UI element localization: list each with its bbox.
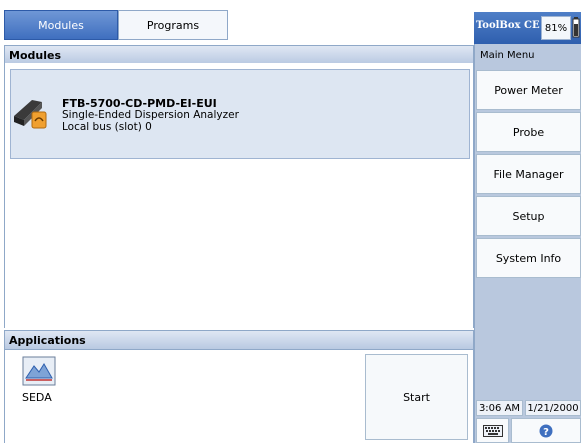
start-button-label: Start	[403, 390, 430, 404]
seda-app-icon[interactable]	[22, 356, 56, 386]
brand-label: ToolBox CE	[476, 20, 540, 31]
keyboard-icon	[482, 424, 503, 437]
modules-header: Modules	[4, 45, 474, 65]
help-icon: ?	[539, 424, 553, 438]
tab-modules[interactable]: Modules	[4, 10, 118, 40]
module-description: Single-Ended Dispersion Analyzer	[62, 109, 239, 121]
applications-header-label: Applications	[9, 333, 86, 347]
file-manager-label: File Manager	[493, 167, 564, 181]
system-info-label: System Info	[495, 251, 562, 265]
battery-percent: 81%	[544, 22, 568, 34]
main-menu-title: Main Menu	[480, 50, 535, 61]
module-card-icon	[14, 100, 47, 129]
clock-time: 3:06 AM	[476, 400, 523, 416]
applications-header: Applications	[4, 330, 474, 350]
power-meter-label: Power Meter	[494, 83, 563, 97]
seda-app-label[interactable]: SEDA	[22, 391, 52, 404]
tab-programs[interactable]: Programs	[118, 10, 228, 40]
module-location: Local bus (slot) 0	[62, 121, 152, 133]
svg-text:?: ?	[543, 427, 549, 438]
setup-button[interactable]: Setup	[476, 196, 581, 236]
battery-icon	[572, 17, 580, 38]
setup-label: Setup	[512, 209, 545, 223]
file-manager-button[interactable]: File Manager	[476, 154, 581, 194]
probe-button[interactable]: Probe	[476, 112, 581, 152]
keyboard-button[interactable]	[476, 418, 509, 443]
time-label: 3:06 AM	[478, 402, 521, 414]
battery-indicator: 81%	[541, 16, 571, 40]
probe-label: Probe	[512, 125, 545, 139]
power-meter-button[interactable]: Power Meter	[476, 70, 581, 110]
date-label: 1/21/2000	[527, 402, 579, 414]
modules-header-label: Modules	[9, 48, 61, 62]
help-button[interactable]: ?	[511, 418, 581, 443]
clock-date: 1/21/2000	[525, 400, 581, 416]
start-button[interactable]: Start	[365, 354, 468, 440]
system-info-button[interactable]: System Info	[476, 238, 581, 278]
